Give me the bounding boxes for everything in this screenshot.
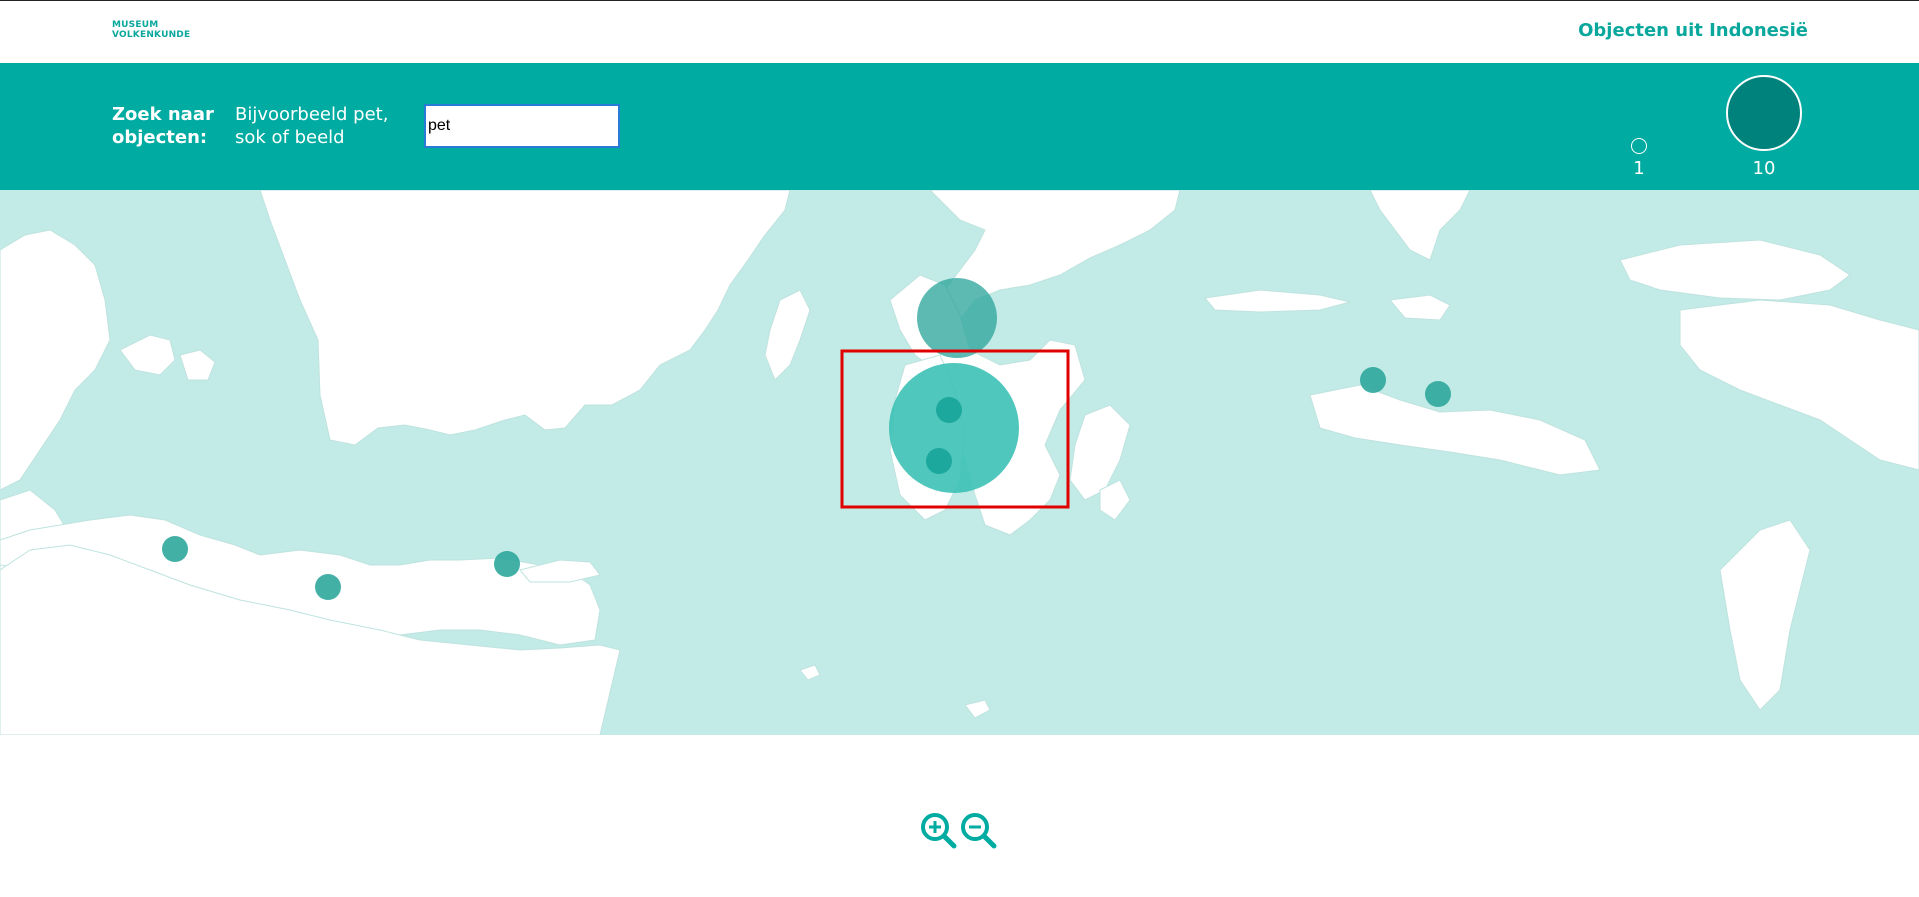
- zoom-in-button[interactable]: [920, 812, 958, 850]
- map-marker[interactable]: [926, 448, 952, 474]
- east-islands: [1719, 519, 1811, 711]
- map-marker[interactable]: [917, 278, 997, 358]
- sumatra-island-2: [179, 349, 216, 381]
- map-marker-selected[interactable]: [889, 363, 1019, 493]
- logo-line-1: MUSEUM: [112, 20, 159, 30]
- map-marker[interactable]: [1425, 381, 1451, 407]
- map-canvas: [0, 190, 1919, 735]
- map-marker[interactable]: [936, 397, 962, 423]
- site-header: MUSEUM VOLKENKUNDE Objecten uit Indonesi…: [0, 1, 1919, 63]
- zoom-out-icon: [961, 813, 997, 849]
- halmahera-land: [1369, 190, 1471, 261]
- legend-small-circle: [1631, 138, 1647, 154]
- search-hint: Bijvoorbeeld pet, sok of beeld: [235, 104, 389, 148]
- museum-logo[interactable]: MUSEUM VOLKENKUNDE: [112, 20, 190, 42]
- map-marker[interactable]: [1360, 367, 1386, 393]
- papua-land: [1679, 299, 1919, 471]
- zoom-in-icon: [921, 813, 957, 849]
- sula-islands: [1204, 289, 1351, 313]
- map-marker[interactable]: [494, 551, 520, 577]
- flores-land: [1309, 384, 1601, 476]
- search-input[interactable]: [424, 104, 620, 148]
- legend-large-circle: [1726, 75, 1802, 151]
- search-band: Zoek naar objecten: Bijvoorbeeld pet, so…: [0, 63, 1919, 190]
- site-title-link[interactable]: Objecten uit Indonesië: [1578, 20, 1808, 41]
- zoom-out-button[interactable]: [960, 812, 998, 850]
- logo-line-2: VOLKENKUNDE: [112, 30, 191, 40]
- search-label: Zoek naar objecten:: [112, 104, 214, 148]
- seram-land: [1619, 239, 1851, 301]
- borneo-land: [259, 190, 791, 446]
- small-island-2: [799, 664, 821, 681]
- map-marker[interactable]: [315, 574, 341, 600]
- borneo-east-coast: [764, 289, 811, 381]
- sumatra-land: [0, 229, 111, 491]
- zoom-controls: [920, 812, 1000, 852]
- map-marker[interactable]: [162, 536, 188, 562]
- legend-large-label: 10: [1752, 158, 1776, 179]
- buru-land: [1389, 294, 1451, 321]
- legend-small-label: 1: [1633, 158, 1645, 179]
- small-island-1: [964, 699, 991, 719]
- sumatra-island-1: [119, 334, 176, 376]
- indonesia-map[interactable]: [0, 190, 1919, 735]
